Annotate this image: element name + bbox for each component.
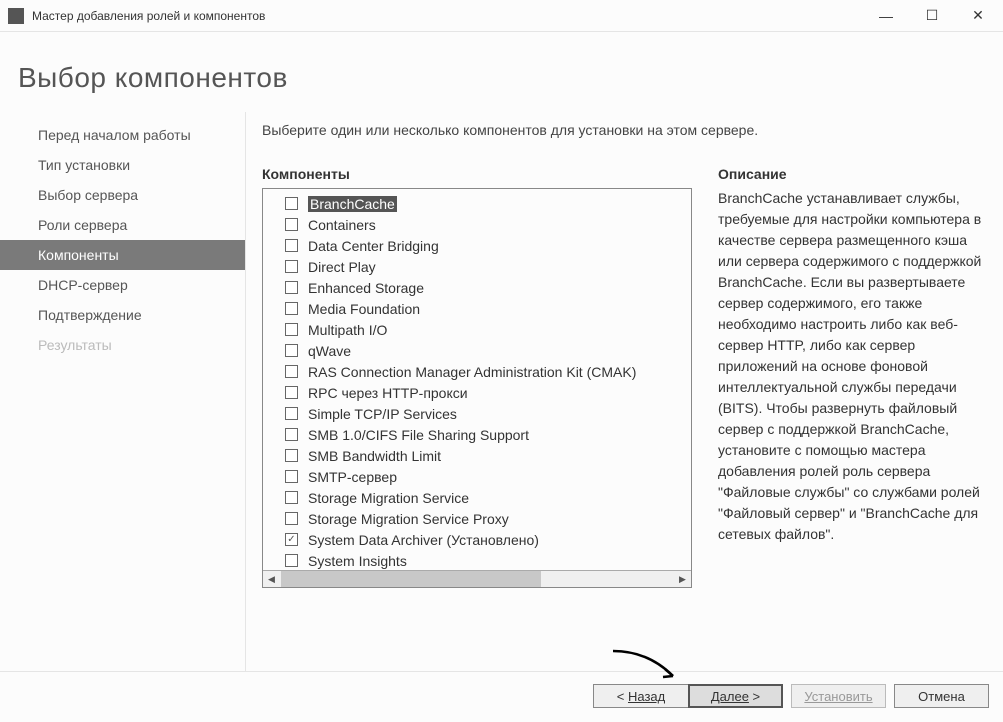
wizard-sidebar: Перед началом работыТип установкиВыбор с… bbox=[0, 112, 245, 671]
hscroll-track[interactable] bbox=[542, 571, 674, 587]
sidebar-item-1[interactable]: Тип установки bbox=[0, 150, 245, 180]
nav-button-group: < Назад Далее > bbox=[593, 684, 783, 708]
page-title: Выбор компонентов bbox=[18, 62, 1003, 94]
checkbox-icon[interactable] bbox=[285, 512, 298, 525]
feature-row[interactable]: SMB 1.0/CIFS File Sharing Support bbox=[263, 424, 691, 445]
feature-row[interactable]: Multipath I/O bbox=[263, 319, 691, 340]
sidebar-item-3[interactable]: Роли сервера bbox=[0, 210, 245, 240]
checkbox-icon[interactable] bbox=[285, 449, 298, 462]
wizard-footer: < Назад Далее > Установить Отмена bbox=[0, 671, 1003, 722]
checkbox-icon[interactable] bbox=[285, 470, 298, 483]
feature-label: Enhanced Storage bbox=[308, 280, 424, 296]
checkbox-icon[interactable] bbox=[285, 344, 298, 357]
feature-label: RPC через HTTP-прокси bbox=[308, 385, 468, 401]
feature-label: Storage Migration Service bbox=[308, 490, 469, 506]
feature-label: Data Center Bridging bbox=[308, 238, 439, 254]
back-button[interactable]: < Назад bbox=[593, 684, 688, 708]
feature-row[interactable]: RPC через HTTP-прокси bbox=[263, 382, 691, 403]
install-button[interactable]: Установить bbox=[791, 684, 886, 708]
sidebar-item-4[interactable]: Компоненты bbox=[0, 240, 245, 270]
features-column: Компоненты BranchCache Containers Data Cen… bbox=[262, 166, 692, 671]
cancel-button[interactable]: Отмена bbox=[894, 684, 989, 708]
feature-row[interactable]: Simple TCP/IP Services bbox=[263, 403, 691, 424]
feature-label: Direct Play bbox=[308, 259, 376, 275]
checkbox-icon[interactable] bbox=[285, 239, 298, 252]
checkbox-icon[interactable] bbox=[285, 491, 298, 504]
window-title: Мастер добавления ролей и компонентов bbox=[32, 9, 863, 23]
checkbox-icon[interactable] bbox=[285, 386, 298, 399]
feature-row[interactable]: SMTP-сервер bbox=[263, 466, 691, 487]
minimize-button[interactable]: — bbox=[863, 1, 909, 31]
feature-row[interactable]: System Data Archiver (Установлено) bbox=[263, 529, 691, 550]
feature-label: SMB Bandwidth Limit bbox=[308, 448, 441, 464]
description-text: BranchCache устанавливает службы, требуе… bbox=[718, 188, 989, 545]
wizard-window: Мастер добавления ролей и компонентов — … bbox=[0, 0, 1003, 722]
scroll-right-icon[interactable]: ▶ bbox=[674, 571, 691, 587]
feature-row[interactable]: Direct Play bbox=[263, 256, 691, 277]
sidebar-item-0[interactable]: Перед началом работы bbox=[0, 120, 245, 150]
feature-row[interactable]: SMB Bandwidth Limit bbox=[263, 445, 691, 466]
feature-label: Multipath I/O bbox=[308, 322, 387, 338]
feature-label: SMTP-сервер bbox=[308, 469, 397, 485]
description-heading: Описание bbox=[718, 166, 989, 182]
wizard-body: Перед началом работыТип установкиВыбор с… bbox=[0, 112, 1003, 671]
features-listbox-wrap: BranchCache Containers Data Center Bridgin… bbox=[262, 188, 692, 588]
feature-label: Containers bbox=[308, 217, 376, 233]
content-columns: Компоненты BranchCache Containers Data Cen… bbox=[262, 166, 989, 671]
feature-row[interactable]: Enhanced Storage bbox=[263, 277, 691, 298]
checkbox-icon[interactable] bbox=[285, 281, 298, 294]
sidebar-item-7: Результаты bbox=[0, 330, 245, 360]
feature-row[interactable]: Containers bbox=[263, 214, 691, 235]
checkbox-icon[interactable] bbox=[285, 407, 298, 420]
app-icon bbox=[8, 8, 24, 24]
feature-row[interactable]: Storage Migration Service Proxy bbox=[263, 508, 691, 529]
feature-row[interactable]: Media Foundation bbox=[263, 298, 691, 319]
checkbox-icon[interactable] bbox=[285, 323, 298, 336]
titlebar: Мастер добавления ролей и компонентов — … bbox=[0, 0, 1003, 32]
checkbox-icon[interactable] bbox=[285, 197, 298, 210]
feature-row[interactable]: System Insights bbox=[263, 550, 691, 570]
instruction-text: Выберите один или несколько компонентов … bbox=[262, 122, 989, 138]
feature-label: Media Foundation bbox=[308, 301, 420, 317]
feature-label: qWave bbox=[308, 343, 351, 359]
checkbox-icon[interactable] bbox=[285, 260, 298, 273]
feature-label: SMB 1.0/CIFS File Sharing Support bbox=[308, 427, 529, 443]
checkbox-icon[interactable] bbox=[285, 554, 298, 567]
features-heading: Компоненты bbox=[262, 166, 692, 182]
checkbox-icon[interactable] bbox=[285, 365, 298, 378]
feature-row[interactable]: Storage Migration Service bbox=[263, 487, 691, 508]
checkbox-icon[interactable] bbox=[285, 428, 298, 441]
scroll-left-icon[interactable]: ◀ bbox=[263, 571, 280, 587]
feature-label: Storage Migration Service Proxy bbox=[308, 511, 509, 527]
wizard-content: Выберите один или несколько компонентов … bbox=[245, 112, 1003, 671]
sidebar-item-5[interactable]: DHCP-сервер bbox=[0, 270, 245, 300]
feature-label: Simple TCP/IP Services bbox=[308, 406, 457, 422]
feature-label: System Insights bbox=[308, 553, 407, 569]
description-column: Описание BranchCache устанавливает служб… bbox=[718, 166, 989, 671]
feature-label: BranchCache bbox=[308, 196, 397, 212]
page-header: Выбор компонентов bbox=[0, 32, 1003, 112]
feature-row[interactable]: BranchCache bbox=[263, 193, 691, 214]
next-button[interactable]: Далее > bbox=[688, 684, 783, 708]
close-button[interactable]: ✕ bbox=[955, 1, 1001, 31]
maximize-button[interactable]: ☐ bbox=[909, 1, 955, 31]
feature-row[interactable]: RAS Connection Manager Administration Ki… bbox=[263, 361, 691, 382]
hscroll-thumb[interactable] bbox=[281, 571, 541, 587]
sidebar-item-6[interactable]: Подтверждение bbox=[0, 300, 245, 330]
feature-label: RAS Connection Manager Administration Ki… bbox=[308, 364, 636, 380]
feature-row[interactable]: qWave bbox=[263, 340, 691, 361]
checkbox-icon[interactable] bbox=[285, 218, 298, 231]
checkbox-icon[interactable] bbox=[285, 302, 298, 315]
window-controls: — ☐ ✕ bbox=[863, 1, 1001, 31]
checkbox-icon[interactable] bbox=[285, 533, 298, 546]
horizontal-scrollbar[interactable]: ◀ ▶ bbox=[263, 570, 691, 587]
sidebar-item-2[interactable]: Выбор сервера bbox=[0, 180, 245, 210]
feature-label: System Data Archiver (Установлено) bbox=[308, 532, 539, 548]
feature-row[interactable]: Data Center Bridging bbox=[263, 235, 691, 256]
features-listbox[interactable]: BranchCache Containers Data Center Bridgin… bbox=[263, 189, 691, 570]
